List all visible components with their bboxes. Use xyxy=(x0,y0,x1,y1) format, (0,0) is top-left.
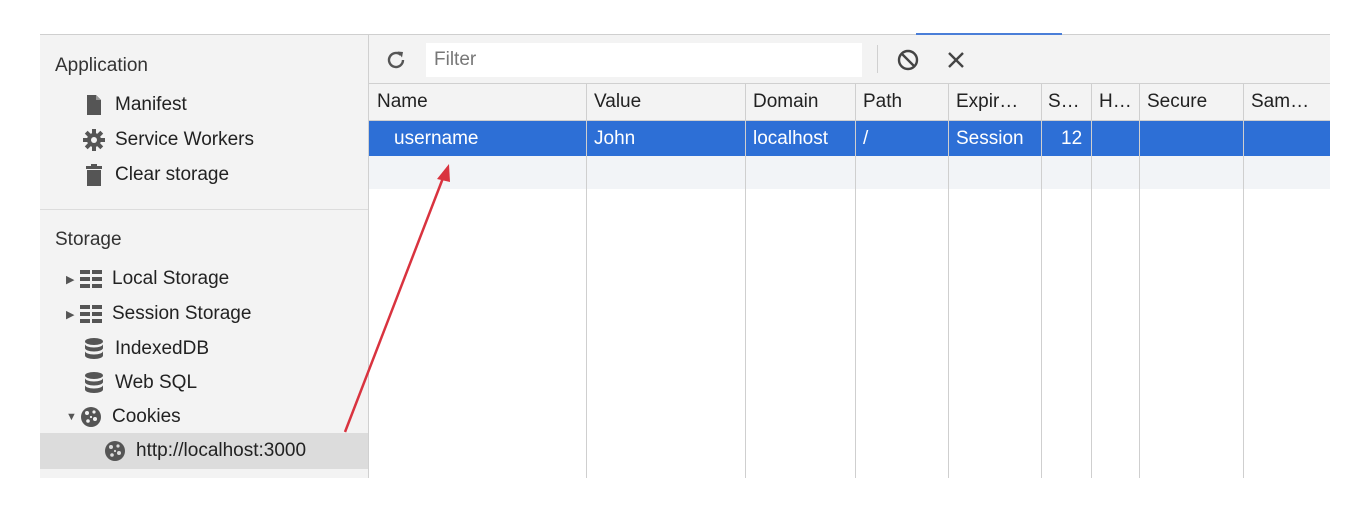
cookie-icon xyxy=(80,406,102,428)
clear-all-cookies-button[interactable] xyxy=(895,47,921,73)
sidebar-item-label: IndexedDB xyxy=(115,338,210,359)
database-icon xyxy=(83,338,105,360)
cookie-expires-cell: Session xyxy=(956,128,1024,149)
cookie-path-cell: / xyxy=(863,128,869,149)
column-header-value[interactable]: Value xyxy=(594,84,744,120)
cookie-domain-cell: localhost xyxy=(753,128,828,149)
column-divider[interactable] xyxy=(586,84,587,478)
sidebar-item-label: Cookies xyxy=(112,406,181,427)
column-header-size[interactable]: S… xyxy=(1048,84,1088,120)
application-section-title: Application xyxy=(55,55,148,76)
column-header-name[interactable]: Name xyxy=(377,84,577,120)
column-divider[interactable] xyxy=(745,84,746,478)
close-icon xyxy=(948,52,964,68)
application-sidebar: Application Manifest Service Workers Cle… xyxy=(40,35,369,478)
sidebar-item-label: Manifest xyxy=(115,94,187,115)
toolbar-separator xyxy=(877,45,878,73)
refresh-button[interactable] xyxy=(383,47,409,73)
block-icon xyxy=(897,49,919,71)
column-divider[interactable] xyxy=(1243,84,1244,478)
column-header-domain[interactable]: Domain xyxy=(753,84,853,120)
sidebar-item-label: Web SQL xyxy=(115,372,198,393)
file-icon xyxy=(83,94,105,116)
column-divider[interactable] xyxy=(1091,84,1092,478)
gear-icon xyxy=(83,129,105,151)
grid-icon xyxy=(80,303,102,325)
database-icon xyxy=(83,372,105,394)
sidebar-item-local-storage[interactable]: ▶ Local Storage xyxy=(66,262,229,296)
cookie-icon xyxy=(104,440,126,462)
cookies-panel: Name Value Domain Path Expir… S… H… Secu… xyxy=(369,35,1330,478)
collapse-triangle-icon[interactable]: ▼ xyxy=(66,411,80,423)
sidebar-divider xyxy=(40,209,368,210)
table-row[interactable]: username John localhost / Session 12 xyxy=(369,121,1330,156)
column-header-httponly[interactable]: H… xyxy=(1099,84,1139,120)
cookies-toolbar xyxy=(369,35,1330,84)
sidebar-item-label: Local Storage xyxy=(112,268,230,289)
sidebar-item-label: Service Workers xyxy=(115,129,255,150)
grid-icon xyxy=(80,268,102,290)
column-header-expires[interactable]: Expir… xyxy=(956,84,1041,120)
sidebar-item-indexeddb[interactable]: IndexedDB xyxy=(83,332,209,366)
expand-triangle-icon[interactable]: ▶ xyxy=(66,273,80,286)
column-divider[interactable] xyxy=(948,84,949,478)
column-divider[interactable] xyxy=(1041,84,1042,478)
expand-triangle-icon[interactable]: ▶ xyxy=(66,308,80,321)
cookie-value-cell: John xyxy=(594,128,636,149)
cookie-size-cell: 12 xyxy=(1061,128,1083,149)
cookie-name-cell: username xyxy=(394,128,479,149)
table-header: Name Value Domain Path Expir… S… H… Secu… xyxy=(369,84,1330,121)
storage-section-title: Storage xyxy=(55,229,122,250)
trash-icon xyxy=(83,164,105,186)
empty-table-row[interactable] xyxy=(369,156,1330,189)
column-header-path[interactable]: Path xyxy=(863,84,948,120)
sidebar-item-label: Session Storage xyxy=(112,303,252,324)
sidebar-item-cookie-origin[interactable]: http://localhost:3000 xyxy=(104,434,306,468)
refresh-icon xyxy=(387,51,405,69)
sidebar-item-session-storage[interactable]: ▶ Session Storage xyxy=(66,297,251,331)
column-divider[interactable] xyxy=(1139,84,1140,478)
sidebar-item-service-workers[interactable]: Service Workers xyxy=(83,123,254,157)
cookies-table: Name Value Domain Path Expir… S… H… Secu… xyxy=(369,84,1330,478)
sidebar-item-clear-storage[interactable]: Clear storage xyxy=(83,158,229,192)
sidebar-item-manifest[interactable]: Manifest xyxy=(83,88,187,122)
column-header-samesite[interactable]: Sam… xyxy=(1251,84,1326,120)
sidebar-item-label: http://localhost:3000 xyxy=(136,440,307,461)
sidebar-item-web-sql[interactable]: Web SQL xyxy=(83,366,197,400)
delete-selected-button[interactable] xyxy=(943,47,969,73)
filter-input[interactable] xyxy=(426,43,862,77)
column-divider[interactable] xyxy=(855,84,856,478)
sidebar-item-cookies[interactable]: ▼ Cookies xyxy=(66,400,181,434)
sidebar-item-label: Clear storage xyxy=(115,164,230,185)
column-header-secure[interactable]: Secure xyxy=(1147,84,1242,120)
